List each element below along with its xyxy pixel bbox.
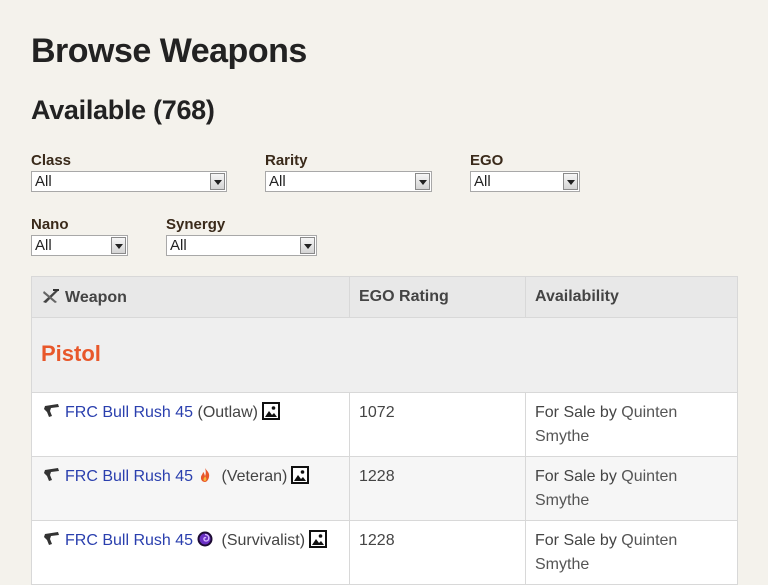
weapon-variant: (Survivalist) <box>221 532 306 549</box>
rarity-filter: Rarity All <box>265 152 432 192</box>
weapon-link[interactable]: FRC Bull Rush 45 <box>65 404 193 421</box>
rarity-select-value: All <box>269 173 286 190</box>
chevron-down-icon[interactable] <box>111 237 126 254</box>
weapon-cell: FRC Bull Rush 45 (Survivalist) <box>31 520 350 585</box>
weapon-link[interactable]: FRC Bull Rush 45 <box>65 468 193 485</box>
class-filter-label: Class <box>31 152 72 169</box>
pistol-icon <box>44 468 59 481</box>
availability-prefix: For Sale by <box>535 468 617 485</box>
nano-select-value: All <box>35 237 52 254</box>
weapon-link[interactable]: FRC Bull Rush 45 <box>65 532 193 549</box>
nano-filter: Nano All <box>31 216 128 256</box>
ego-select[interactable]: All <box>470 171 580 192</box>
pistol-icon <box>44 532 59 545</box>
image-icon[interactable] <box>261 402 280 420</box>
availability-cell: For Sale by Quinten Smythe <box>525 456 738 521</box>
chevron-down-icon[interactable] <box>415 173 430 190</box>
group-title: Pistol <box>41 340 101 366</box>
image-icon[interactable] <box>291 466 310 484</box>
image-icon[interactable] <box>309 530 328 548</box>
available-heading: Available (768) <box>31 95 215 125</box>
page-title: Browse Weapons <box>31 32 307 70</box>
class-select-value: All <box>35 173 52 190</box>
ego-rating-column-header[interactable]: EGO Rating <box>349 276 526 318</box>
table-row: FRC Bull Rush 45 (Outlaw) 1072 For Sale … <box>31 392 738 457</box>
ego-rating-cell: 1228 <box>349 456 526 521</box>
nano-select[interactable]: All <box>31 235 128 256</box>
weapon-cell: FRC Bull Rush 45 (Veteran) <box>31 456 350 521</box>
weapon-cell: FRC Bull Rush 45 (Outlaw) <box>31 392 350 457</box>
group-cell: Pistol <box>31 317 738 393</box>
weapon-header-label: Weapon <box>65 289 127 306</box>
ego-select-value: All <box>474 173 491 190</box>
availability-cell: For Sale by Quinten Smythe <box>525 520 738 585</box>
availability-column-header[interactable]: Availability <box>525 276 738 318</box>
weapons-table: Weapon EGO Rating Availability Pistol FR… <box>31 276 738 585</box>
table-header-row: Weapon EGO Rating Availability <box>31 276 738 318</box>
ego-filter-label: EGO <box>470 152 504 169</box>
ego-rating-cell: 1228 <box>349 520 526 585</box>
chevron-down-icon[interactable] <box>300 237 315 254</box>
table-row: FRC Bull Rush 45 (Survivalist) 1228 For … <box>31 520 738 585</box>
availability-prefix: For Sale by <box>535 532 617 549</box>
weapon-variant: (Veteran) <box>221 468 288 485</box>
class-filter: Class All <box>31 152 227 192</box>
availability-cell: For Sale by Quinten Smythe <box>525 392 738 457</box>
nano-filter-label: Nano <box>31 216 69 233</box>
table-row: FRC Bull Rush 45 (Veteran) 1228 For Sale… <box>31 456 738 521</box>
weapon-column-header[interactable]: Weapon <box>31 276 350 318</box>
pistol-icon <box>44 404 59 417</box>
group-row: Pistol <box>31 317 738 393</box>
weapon-variant: (Outlaw) <box>197 404 258 421</box>
synergy-select-value: All <box>170 237 187 254</box>
synergy-filter: Synergy All <box>166 216 317 256</box>
crossed-weapons-icon <box>43 289 59 303</box>
synergy-select[interactable]: All <box>166 235 317 256</box>
ego-rating-cell: 1072 <box>349 392 526 457</box>
rarity-select[interactable]: All <box>265 171 432 192</box>
availability-prefix: For Sale by <box>535 404 617 421</box>
class-select[interactable]: All <box>31 171 227 192</box>
fire-icon <box>200 468 210 482</box>
purple-swirl-icon <box>197 531 213 547</box>
ego-filter: EGO All <box>470 152 580 192</box>
rarity-filter-label: Rarity <box>265 152 308 169</box>
synergy-filter-label: Synergy <box>166 216 226 233</box>
chevron-down-icon[interactable] <box>210 173 225 190</box>
chevron-down-icon[interactable] <box>563 173 578 190</box>
